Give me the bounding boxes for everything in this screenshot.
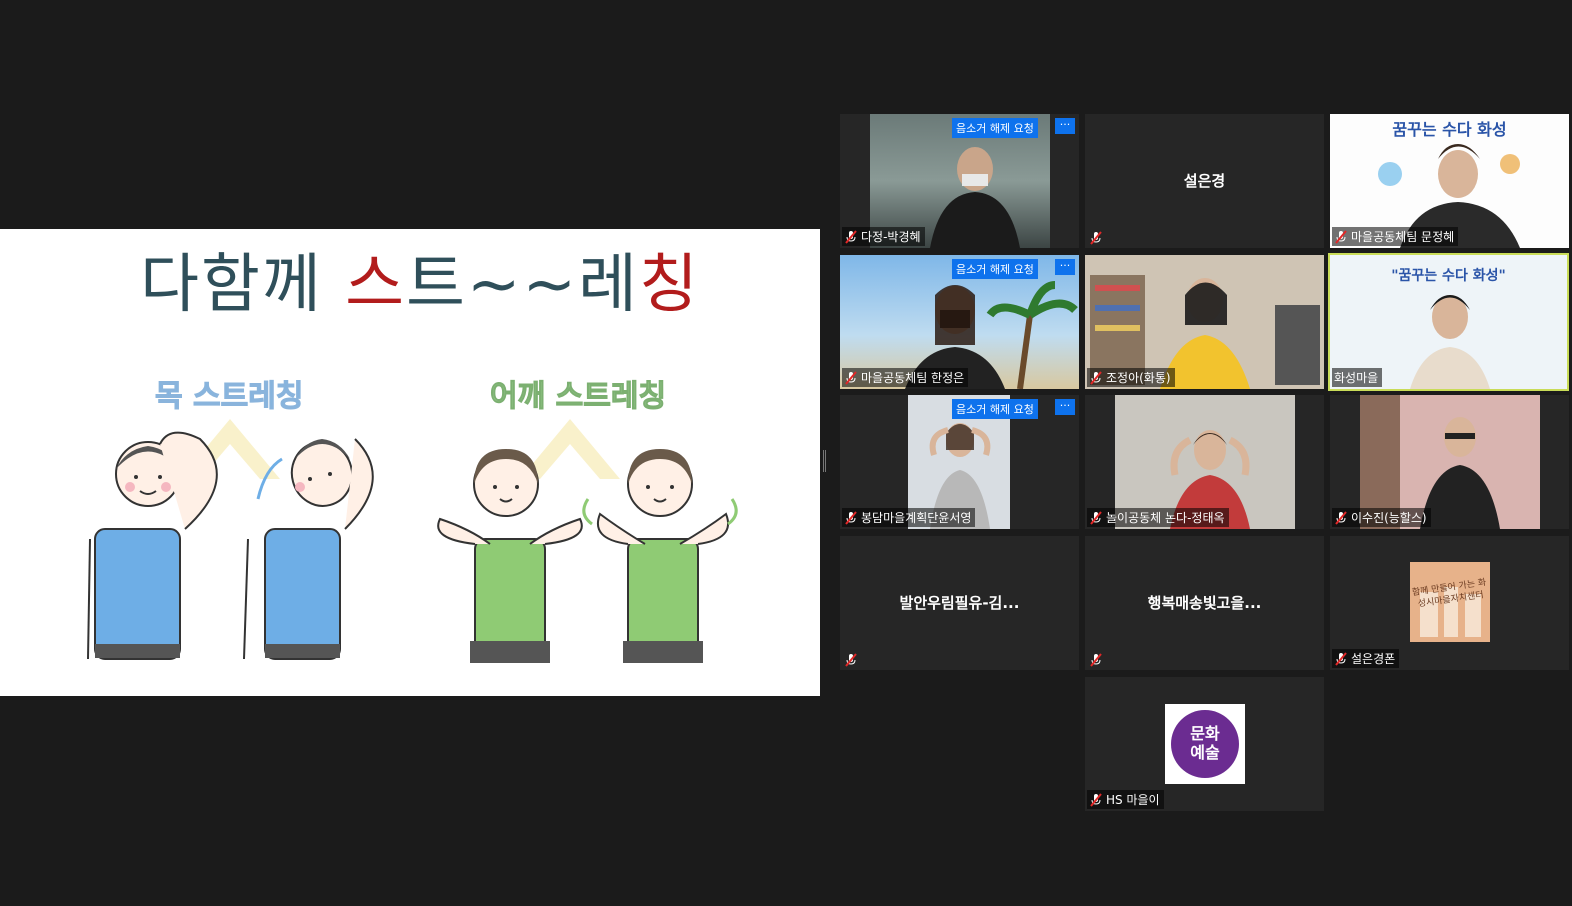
slide-title-part2: 스 xyxy=(345,248,406,322)
muted-mic-icon xyxy=(1090,231,1102,245)
participant-display-name: 설은경 xyxy=(1183,172,1226,190)
request-unmute-button[interactable]: 음소거 해제 요청 xyxy=(952,259,1038,279)
slide-title-part3: 트~~레 xyxy=(405,248,639,322)
more-options-button[interactable]: ··· xyxy=(1055,399,1075,415)
participant-tile[interactable]: 꿈꾸는 수다 화성 마을공동체팀 문정혜 xyxy=(1330,114,1569,248)
slide-title-part1: 다함께 xyxy=(140,248,323,322)
participant-tile[interactable]: 행복매송빛고을... xyxy=(1085,536,1324,670)
profile-picture: 함께 만들어 가는 화성시마을자치센터 xyxy=(1410,562,1490,642)
participant-name-label: 화성마을 xyxy=(1332,368,1383,387)
slide-title: 다함께 스트~~레칭 xyxy=(0,233,820,325)
shoulder-stretch-label: 어깨 스트레칭 xyxy=(489,379,667,415)
participant-tile[interactable]: 음소거 해제 요청 ··· 봉담마을계획단윤서영 xyxy=(840,395,1079,529)
muted-mic-icon xyxy=(1335,510,1347,525)
participant-name-label: 설은경폰 xyxy=(1332,649,1400,668)
slide-title-part4: 칭 xyxy=(639,248,700,322)
muted-mic-icon xyxy=(845,653,857,667)
culture-arts-logo: 문화 예술 xyxy=(1171,710,1239,778)
muted-mic-icon xyxy=(1090,653,1102,667)
participant-display-name: 행복매송빛고을... xyxy=(1147,594,1262,612)
participant-tile-active-speaker[interactable]: "꿈꾸는 수다 화성" 화성마을 xyxy=(1328,253,1569,391)
participant-tile[interactable]: 문화 예술 HS 마을이 xyxy=(1085,677,1324,811)
participant-tile[interactable]: 놀이공동체 논다-정태옥 xyxy=(1085,395,1324,529)
muted-mic-icon xyxy=(1090,792,1102,807)
participant-tile[interactable]: 이수진(능할스) xyxy=(1330,395,1569,529)
participant-name-label: 마을공동체팀 한정은 xyxy=(842,368,969,387)
participant-name-label xyxy=(1087,230,1107,246)
participant-tile[interactable]: 설은경 xyxy=(1085,114,1324,248)
logo-text-line2: 예술 xyxy=(1190,743,1220,762)
more-options-button[interactable]: ··· xyxy=(1055,259,1075,275)
request-unmute-button[interactable]: 음소거 해제 요청 xyxy=(952,118,1038,138)
participant-name-label: 마을공동체팀 문정혜 xyxy=(1332,227,1459,246)
muted-mic-icon xyxy=(1335,651,1347,666)
muted-mic-icon xyxy=(845,229,857,244)
participant-name-label: 이수진(능할스) xyxy=(1332,508,1431,527)
shared-screen-slide: 다함께 스트~~레칭 목 스트레칭 어깨 스트레칭 xyxy=(0,229,820,696)
muted-mic-icon xyxy=(1090,510,1102,525)
more-options-button[interactable]: ··· xyxy=(1055,118,1075,134)
participant-name-label: 놀이공동체 논다-정태옥 xyxy=(1087,508,1229,527)
logo-text-line1: 문화 xyxy=(1190,724,1220,743)
neck-stretch-label: 목 스트레칭 xyxy=(154,379,304,415)
participant-name-label: 다정-박경혜 xyxy=(842,227,925,246)
participant-name-label xyxy=(842,652,862,668)
muted-mic-icon xyxy=(845,370,857,385)
participant-name-label xyxy=(1087,652,1107,668)
split-view-handle[interactable] xyxy=(823,450,827,472)
profile-picture: 문화 예술 xyxy=(1165,704,1245,784)
participant-name-label: 봉담마을계획단윤서영 xyxy=(842,508,976,527)
muted-mic-icon xyxy=(1090,370,1102,385)
request-unmute-button[interactable]: 음소거 해제 요청 xyxy=(952,399,1038,419)
stretching-illustration xyxy=(87,419,738,663)
participant-tile[interactable]: 조정아(화통) xyxy=(1085,255,1324,389)
muted-mic-icon xyxy=(845,510,857,525)
participant-tile[interactable]: 음소거 해제 요청 ··· 마을공동체팀 한정은 xyxy=(840,255,1079,389)
participant-name-label: HS 마을이 xyxy=(1087,790,1164,809)
muted-mic-icon xyxy=(1335,229,1347,244)
participant-tile[interactable]: 음소거 해제 요청 ··· 다정-박경혜 xyxy=(840,114,1079,248)
participant-name-label: 조정아(화통) xyxy=(1087,368,1175,387)
participant-display-name: 발안우림필유-김... xyxy=(899,594,1020,612)
participant-tile[interactable]: 발안우림필유-김... xyxy=(840,536,1079,670)
participant-tile[interactable]: 함께 만들어 가는 화성시마을자치센터 설은경폰 xyxy=(1330,536,1569,670)
